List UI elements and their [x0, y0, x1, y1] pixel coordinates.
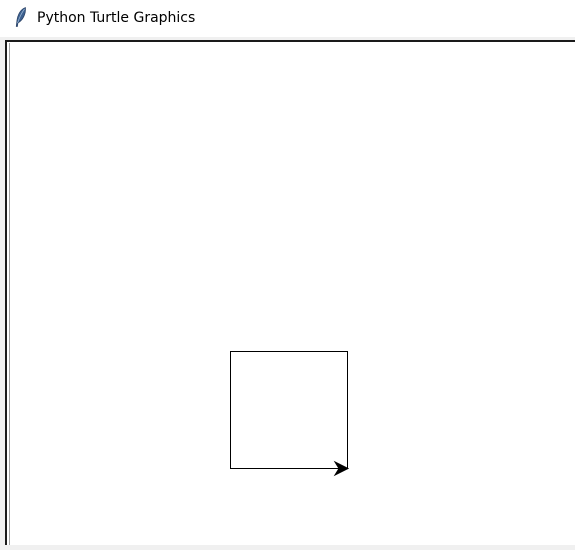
window-left-edge	[0, 37, 5, 550]
turtle-window: Python Turtle Graphics	[0, 0, 575, 550]
turtle-canvas[interactable]	[9, 43, 575, 545]
window-bottom-edge	[0, 545, 575, 550]
feather-icon	[15, 7, 26, 27]
turtle-canvas-frame	[5, 40, 575, 545]
window-title: Python Turtle Graphics	[37, 10, 196, 26]
window-client-area	[0, 37, 575, 550]
title-bar[interactable]: Python Turtle Graphics	[0, 0, 575, 37]
